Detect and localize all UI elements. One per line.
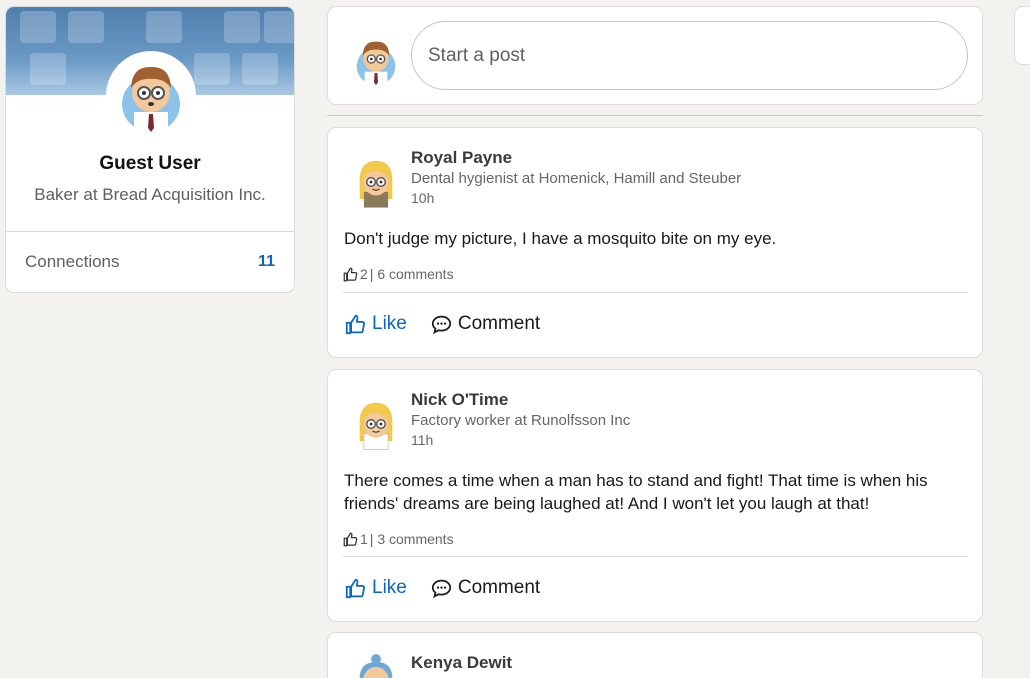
like-count: 1 — [360, 531, 368, 547]
like-label: Like — [372, 313, 407, 334]
profile-name[interactable]: Guest User — [6, 153, 294, 175]
feed-post: Royal Payne Dental hygienist at Homenick… — [327, 127, 983, 358]
avatar-brown-hair-icon — [356, 41, 396, 85]
avatar-brown-hair-icon — [122, 66, 180, 132]
like-count: 2 — [360, 266, 368, 282]
thumbs-up-icon — [343, 267, 358, 281]
comment-label: Comment — [457, 577, 541, 598]
connections-row[interactable]: Connections 11 — [6, 231, 294, 292]
avatar-blonde-glasses-icon[interactable] — [354, 398, 398, 450]
post-text: Don't judge my picture, I have a mosquit… — [344, 229, 777, 248]
thumbs-up-icon — [345, 578, 365, 598]
avatar-blonde-glasses-icon[interactable] — [354, 156, 398, 208]
post-text: There comes a time when a man has to sta… — [344, 471, 928, 513]
post-time: 11h — [411, 432, 434, 448]
feed-post: Nick O'Time Factory worker at Runolfsson… — [327, 369, 983, 622]
start-post-input[interactable]: Start a post — [411, 21, 968, 90]
post-actions: Like Comment — [345, 313, 540, 335]
thumbs-up-icon — [343, 532, 358, 546]
feed-post: Kenya Dewit — [327, 632, 983, 678]
post-actions: Like Comment — [345, 577, 540, 599]
avatar-blue-hair-icon[interactable] — [354, 653, 398, 678]
connections-label: Connections — [25, 252, 120, 271]
like-button[interactable]: Like — [345, 313, 407, 335]
like-button[interactable]: Like — [345, 577, 407, 599]
profile-avatar[interactable] — [106, 51, 196, 141]
comment-count[interactable]: | 3 comments — [370, 531, 454, 547]
right-sidebar-card — [1014, 6, 1030, 65]
profile-card: Guest User Baker at Bread Acquisition In… — [5, 6, 295, 293]
post-headline: Factory worker at Runolfsson Inc — [411, 412, 631, 429]
post-author[interactable]: Nick O'Time — [411, 390, 508, 410]
connections-count: 11 — [258, 253, 275, 270]
post-stats[interactable]: 2 | 6 comments — [343, 266, 454, 282]
post-author[interactable]: Royal Payne — [411, 148, 512, 168]
start-post-card: Start a post — [327, 6, 983, 105]
comment-bubble-icon — [431, 579, 451, 598]
post-time: 10h — [411, 190, 435, 206]
comment-label: Comment — [457, 313, 541, 334]
comment-bubble-icon — [431, 315, 451, 334]
feed-separator — [327, 115, 983, 116]
comment-button[interactable]: Comment — [431, 577, 540, 599]
post-author[interactable]: Kenya Dewit — [411, 653, 512, 673]
profile-headline: Baker at Bread Acquisition Inc. — [34, 185, 266, 204]
post-headline: Dental hygienist at Homenick, Hamill and… — [411, 170, 742, 187]
post-divider — [343, 292, 968, 293]
comment-count[interactable]: | 6 comments — [370, 266, 454, 282]
post-divider — [343, 556, 968, 557]
like-label: Like — [372, 577, 407, 598]
comment-button[interactable]: Comment — [431, 313, 540, 335]
thumbs-up-icon — [345, 314, 365, 334]
post-stats[interactable]: 1 | 3 comments — [343, 531, 454, 547]
